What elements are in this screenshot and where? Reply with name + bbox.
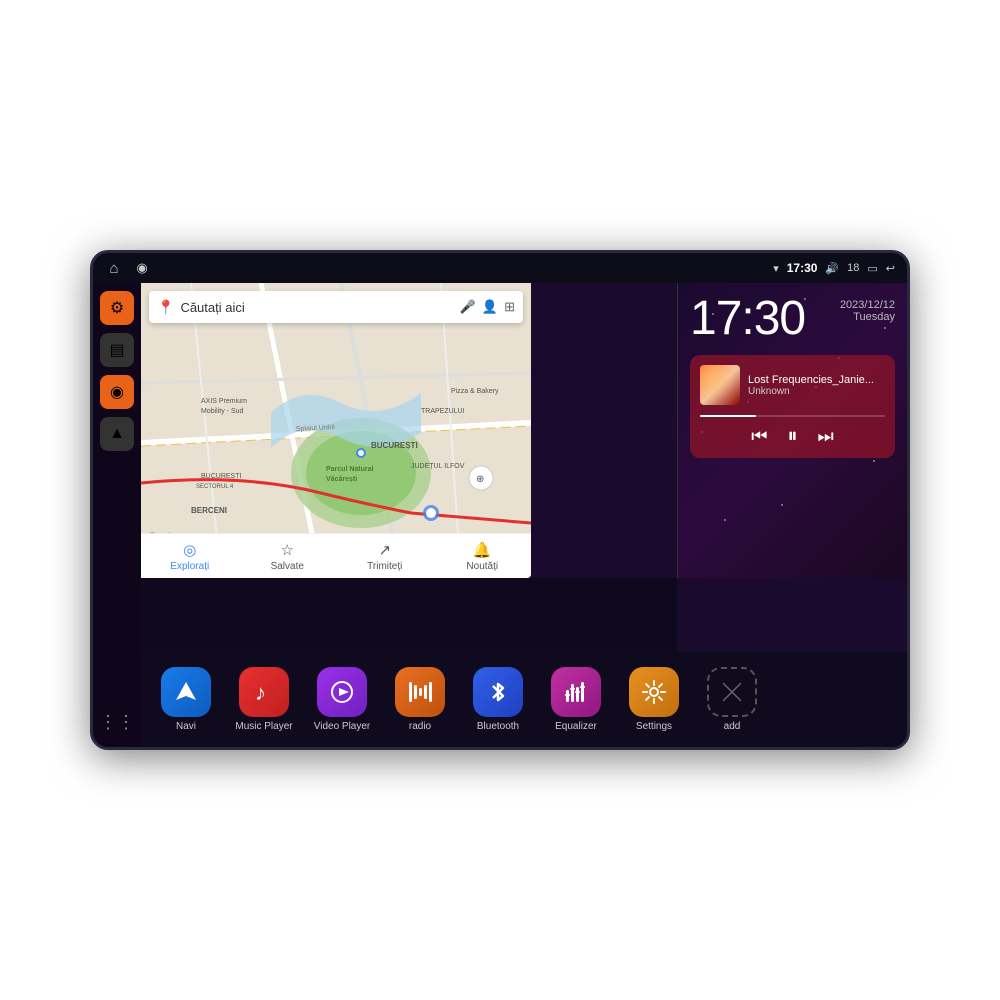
sidebar-nav-btn[interactable]: ▲	[100, 417, 134, 451]
middle-fill	[141, 578, 677, 652]
clock-date: 2023/12/12 Tuesday	[840, 299, 895, 323]
navi-icon	[161, 667, 211, 717]
share-icon: ↗	[378, 541, 391, 559]
status-left: ⌂ ◉	[105, 259, 151, 277]
status-right: ▾ 17:30 🔊 18 ▭ ↩	[773, 261, 895, 275]
map-nav-news[interactable]: 🔔 Noutăți	[434, 541, 532, 572]
clock-time: 17:30	[690, 295, 805, 343]
bluetooth-label: Bluetooth	[477, 721, 519, 732]
app-equalizer[interactable]: Equalizer	[541, 667, 611, 732]
equalizer-icon	[551, 667, 601, 717]
music-player: Lost Frequencies_Janie... Unknown ⏮ ⏸ ⏭	[690, 355, 895, 458]
svg-text:Parcul Natural: Parcul Natural	[326, 466, 374, 473]
music-artist: Unknown	[748, 386, 885, 397]
map-search-bar[interactable]: 📍 Căutați aici 🎤 👤 ⊞	[149, 291, 523, 323]
saved-label: Salvate	[271, 561, 304, 572]
right-panel: 17:30 2023/12/12 Tuesday Lost Frequencie…	[677, 283, 907, 578]
prev-btn[interactable]: ⏮	[751, 426, 767, 447]
add-label: add	[724, 721, 741, 732]
radio-icon	[395, 667, 445, 717]
back-icon[interactable]: ↩	[886, 262, 895, 275]
svg-text:BUCUREȘTI: BUCUREȘTI	[371, 441, 418, 450]
music-progress-fill	[700, 415, 756, 417]
video-icon	[317, 667, 367, 717]
app-bluetooth[interactable]: Bluetooth	[463, 667, 533, 732]
settings-icon	[629, 667, 679, 717]
svg-text:Pizza & Bakery: Pizza & Bakery	[451, 388, 499, 395]
location-icon[interactable]: ◉	[133, 259, 151, 277]
sidebar-map-btn[interactable]: ◉	[100, 375, 134, 409]
svg-text:SECTORUL 4: SECTORUL 4	[196, 484, 234, 490]
settings-label: Settings	[636, 721, 672, 732]
next-btn[interactable]: ⏭	[818, 426, 834, 447]
svg-text:JUDEȚUL ILFOV: JUDEȚUL ILFOV	[411, 463, 465, 470]
album-art	[700, 365, 740, 405]
share-label: Trimiteți	[367, 561, 402, 572]
news-icon: 🔔	[473, 541, 492, 559]
volume-icon: 🔊	[825, 262, 839, 275]
svg-text:Mobility - Sud: Mobility - Sud	[201, 408, 244, 415]
app-grid: Navi ♪ Music Player Vide	[141, 652, 907, 747]
svg-text:♪: ♪	[255, 680, 266, 705]
map-nav-saved[interactable]: ☆ Salvate	[239, 541, 337, 572]
svg-text:AXIS Premium: AXIS Premium	[201, 398, 247, 405]
map-nav-explore[interactable]: ◎ Explorați	[141, 541, 239, 572]
sidebar-settings-btn[interactable]: ⚙	[100, 291, 134, 325]
saved-icon: ☆	[281, 541, 294, 559]
explore-icon: ◎	[183, 541, 196, 559]
map-layers-icon[interactable]: ⊞	[504, 299, 515, 315]
svg-text:TRAPEZULUI: TRAPEZULUI	[421, 408, 465, 415]
music-controls: ⏮ ⏸ ⏭	[700, 425, 885, 448]
apps-grid-btn[interactable]: ⋮⋮	[100, 705, 134, 739]
equalizer-label: Equalizer	[555, 721, 597, 732]
wifi-icon: ▾	[773, 262, 779, 275]
map-pin-icon: 📍	[157, 299, 174, 316]
battery-level: 18	[847, 262, 859, 274]
map-mic-icon[interactable]: 🎤	[460, 299, 476, 315]
map-search-text[interactable]: Căutați aici	[180, 300, 453, 315]
music-label: Music Player	[235, 721, 292, 732]
music-icon: ♪	[239, 667, 289, 717]
status-bar: ⌂ ◉ ▾ 17:30 🔊 18 ▭ ↩	[93, 253, 907, 283]
battery-icon: ▭	[867, 262, 877, 275]
map-container[interactable]: 📍 Căutați aici 🎤 👤 ⊞	[141, 283, 531, 578]
add-icon	[707, 667, 757, 717]
app-settings[interactable]: Settings	[619, 667, 689, 732]
svg-text:⊕: ⊕	[476, 474, 484, 485]
music-text: Lost Frequencies_Janie... Unknown	[748, 374, 885, 397]
radio-label: radio	[409, 721, 431, 732]
music-title: Lost Frequencies_Janie...	[748, 374, 885, 386]
svg-text:BERCENI: BERCENI	[191, 506, 227, 515]
main-content: ⚙ ▤ ◉ ▲ ⋮⋮ 📍 Căutați aici 🎤 👤 ⊞	[93, 283, 907, 747]
app-navi[interactable]: Navi	[151, 667, 221, 732]
sidebar-folder-btn[interactable]: ▤	[100, 333, 134, 367]
music-info: Lost Frequencies_Janie... Unknown	[700, 365, 885, 405]
music-progress[interactable]	[700, 415, 885, 417]
left-sidebar: ⚙ ▤ ◉ ▲ ⋮⋮	[93, 283, 141, 747]
map-nav-share[interactable]: ↗ Trimiteți	[336, 541, 434, 572]
navi-label: Navi	[176, 721, 196, 732]
app-add[interactable]: add	[697, 667, 767, 732]
map-bottom-nav: ◎ Explorați ☆ Salvate ↗ Trimiteți 🔔 Nout…	[141, 533, 531, 578]
bluetooth-icon	[473, 667, 523, 717]
explore-label: Explorați	[170, 561, 209, 572]
status-time: 17:30	[787, 261, 818, 275]
home-icon[interactable]: ⌂	[105, 259, 123, 277]
svg-text:Văcărești: Văcărești	[326, 476, 357, 483]
clock-date-text: 2023/12/12	[840, 299, 895, 311]
map-user-icon[interactable]: 👤	[482, 299, 498, 315]
news-label: Noutăți	[466, 561, 498, 572]
play-pause-btn[interactable]: ⏸	[788, 425, 798, 448]
app-radio[interactable]: radio	[385, 667, 455, 732]
app-music[interactable]: ♪ Music Player	[229, 667, 299, 732]
svg-text:BUCUREȘTI: BUCUREȘTI	[201, 473, 242, 480]
clock-area: 17:30 2023/12/12 Tuesday	[690, 295, 895, 343]
car-head-unit: ⌂ ◉ ▾ 17:30 🔊 18 ▭ ↩ ⚙ ▤ ◉ ▲ ⋮⋮ 📍 Cău	[90, 250, 910, 750]
video-label: Video Player	[314, 721, 371, 732]
clock-day-text: Tuesday	[853, 311, 895, 323]
app-video[interactable]: Video Player	[307, 667, 377, 732]
